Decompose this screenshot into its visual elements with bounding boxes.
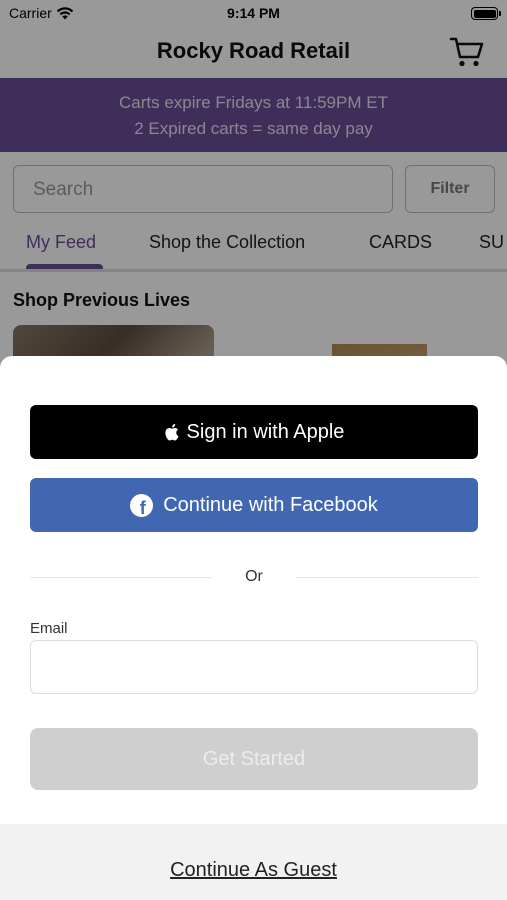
facebook-icon: f [130, 493, 154, 517]
email-label: Email [30, 620, 68, 637]
divider-line [296, 577, 478, 578]
facebook-button-label: Continue with Facebook [163, 493, 378, 516]
continue-with-facebook-button[interactable]: f Continue with Facebook [30, 478, 478, 532]
divider-line [30, 577, 212, 578]
email-field[interactable] [30, 640, 478, 694]
guest-footer: Continue As Guest [0, 824, 507, 900]
sign-in-with-apple-button[interactable]: Sign in with Apple [30, 405, 478, 459]
continue-as-guest-link[interactable]: Continue As Guest [0, 859, 507, 882]
get-started-button[interactable]: Get Started [30, 728, 478, 790]
apple-button-label: Sign in with Apple [186, 420, 345, 443]
apple-icon [164, 423, 179, 441]
or-divider-text: Or [245, 568, 263, 585]
auth-bottom-sheet: Sign in with Apple f Continue with Faceb… [0, 356, 507, 900]
